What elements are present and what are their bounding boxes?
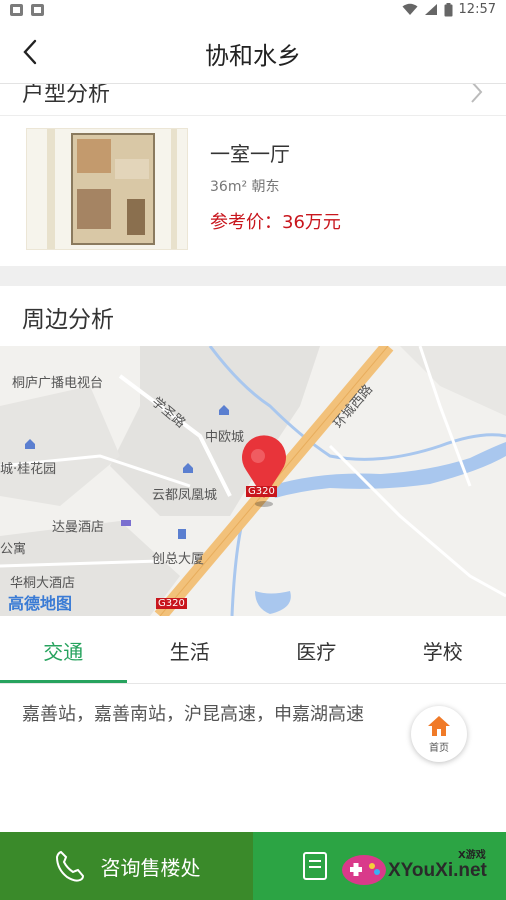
bottom-action-bar: 咨询售楼处 X游戏 XYouXi.net — [0, 832, 506, 900]
wifi-icon — [402, 3, 418, 15]
map-label-gongyu: 公寓 — [0, 542, 27, 557]
section-divider — [0, 266, 506, 286]
house-type-name: 一室一厅 — [210, 142, 290, 166]
tab-life[interactable]: 生活 — [127, 618, 254, 683]
map-label-g320-b: G320 — [156, 598, 187, 609]
download-notification-icon — [31, 4, 44, 16]
app-bar: 协和水乡 — [0, 22, 506, 84]
house-type-price: 参考价：36万元 — [210, 212, 341, 233]
tab-content-text: 嘉善站，嘉善南站，沪昆高速，申嘉湖高速 — [22, 704, 364, 725]
house-type-item[interactable]: 一室一厅 36m² 朝东 参考价：36万元 — [0, 116, 506, 266]
consult-sales-label: 咨询售楼处 — [100, 855, 201, 880]
map-label-zhongou: 中欧城 — [205, 430, 245, 445]
map-label-yundu: 云都凤凰城 — [152, 488, 218, 503]
map-label-guihuayuan: 城·桂花园 — [0, 462, 57, 477]
form-icon — [303, 852, 327, 880]
page-title: 协和水乡 — [205, 42, 301, 70]
surroundings-title: 周边分析 — [22, 307, 114, 333]
tab-medical[interactable]: 医疗 — [253, 618, 380, 683]
consult-sales-button[interactable]: 咨询售楼处 — [0, 832, 253, 900]
map-label-chuangzong: 创总大厦 — [152, 552, 205, 567]
house-type-title: 户型分析 — [22, 84, 111, 107]
house-type-spec: 36m² 朝东 — [210, 179, 280, 195]
map-view[interactable]: 桐庐广播电视台 学圣路 中欧城 城·桂花园 云都凤凰城 环城西路 达曼酒店 公寓… — [0, 346, 506, 616]
watermark-text: XYouXi.net — [388, 860, 487, 881]
home-float-button[interactable]: 首页 — [411, 706, 467, 762]
status-bar: 12:57 — [0, 0, 506, 22]
map-label-g320-a: G320 — [246, 486, 277, 497]
building-poi-icon — [183, 463, 193, 473]
house-type-section-header[interactable]: 户型分析 — [0, 84, 506, 116]
gamepad-logo-icon — [342, 855, 386, 885]
watermark-small-text: X游戏 — [458, 850, 486, 861]
floorplan-image — [26, 128, 188, 250]
status-time: 12:57 — [458, 2, 496, 17]
chevron-right-icon — [471, 84, 483, 103]
building-poi-icon — [25, 439, 35, 449]
home-icon — [428, 715, 450, 736]
tab-traffic[interactable]: 交通 — [0, 618, 127, 683]
signal-icon — [424, 4, 437, 15]
map-label-huatong-hotel: 华桐大酒店 — [10, 576, 76, 591]
battery-icon — [444, 2, 453, 16]
phone-icon — [55, 850, 84, 882]
map-provider-logo: 高德地图 — [8, 594, 73, 613]
building-poi-icon — [219, 405, 229, 415]
site-watermark: X游戏 XYouXi.net — [340, 846, 500, 890]
register-button[interactable]: X游戏 XYouXi.net — [253, 832, 506, 900]
image-notification-icon — [10, 4, 23, 16]
map-label-tv-station: 桐庐广播电视台 — [12, 376, 104, 391]
tab-school[interactable]: 学校 — [380, 618, 506, 683]
surroundings-tabs: 交通 生活 医疗 学校 — [0, 618, 506, 684]
hotel-poi-icon — [121, 520, 131, 526]
home-float-label: 首页 — [429, 742, 449, 754]
map-label-dahao-hotel: 达曼酒店 — [52, 520, 105, 535]
office-poi-icon — [178, 529, 186, 539]
